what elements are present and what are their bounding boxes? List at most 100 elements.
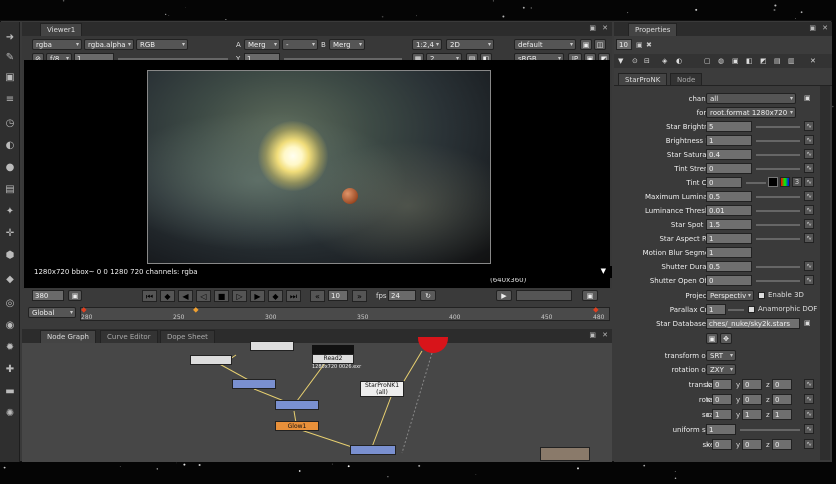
image-tool-icon[interactable]: ▣ [3,72,17,84]
channel-count-icon[interactable]: 3 [792,177,802,187]
float-node-icon[interactable]: ▥ [788,56,795,66]
color-swatch[interactable] [768,177,778,187]
viewer-canvas[interactable]: (640x360) 1280x720 bbox~ 0 0 1280 720 ch… [24,60,612,288]
brightness-bias-slider[interactable] [756,140,800,142]
shutter-duration-input[interactable]: 0.5 [706,261,752,272]
brush-tool-icon[interactable]: ✎ [3,52,17,64]
node-merge-c[interactable] [350,445,396,455]
alpha-channel-dropdown[interactable]: rgba.alpha [84,39,134,50]
translate-z-input[interactable]: 0 [772,379,792,390]
transform-order-dropdown[interactable]: SRT [706,350,736,361]
tint-strength-input[interactable]: 0 [706,163,752,174]
star-spot-size-slider[interactable] [756,224,800,226]
prev-keyframe-button[interactable]: ◆ [160,290,175,302]
play-backward-button[interactable]: ◁ [196,290,211,302]
luminance-threshold-slider[interactable] [756,210,800,212]
help-icon[interactable]: ◍ [718,56,724,66]
animation-curve-icon[interactable]: ∿ [804,149,814,159]
next-frame-button[interactable]: ▶ [250,290,265,302]
channel-set-dropdown[interactable]: rgba [32,39,82,50]
translate-x-input[interactable]: 0 [712,379,732,390]
time-tool-icon[interactable]: ◷ [3,118,17,130]
node-color-icon[interactable]: ▢ [704,56,711,66]
scale-x-input[interactable]: 1 [712,409,732,420]
display-channel-dropdown[interactable]: RGB [136,39,188,50]
maximum-luminance-slider[interactable] [756,196,800,198]
animation-curve-icon[interactable]: ∿ [804,394,814,404]
animation-curve-icon[interactable]: ∿ [804,379,814,389]
settings-icon[interactable]: ◫ [594,39,606,50]
fps-input[interactable]: 24 [388,290,416,301]
star-spot-size-input[interactable]: 1.5 [706,219,752,230]
step-forward-button[interactable]: » [352,290,367,302]
animation-curve-icon[interactable]: ∿ [804,409,814,419]
next-keyframe-button[interactable]: ◆ [268,290,283,302]
lock-range-icon[interactable]: ▣ [68,290,82,301]
float-panel-icon[interactable]: ▣ [589,23,596,33]
uniform-scale-input[interactable]: 1 [706,424,736,435]
input-a-dropdown[interactable]: Merg [244,39,280,50]
tint-color-input[interactable]: 0 [706,177,742,188]
parallax-crush-slider[interactable] [728,309,744,311]
draw-tool-icon[interactable]: ≡ [3,94,17,106]
tab-node[interactable]: Node [670,73,703,85]
flipbook-icon[interactable]: ▶ [496,290,512,301]
navigator-thumbnail[interactable] [540,447,590,461]
node-glow1[interactable]: Glow1 [275,421,319,431]
viewer-input-icon[interactable]: ⊙ [632,56,638,66]
info-expand-icon[interactable]: ▼ [601,266,606,276]
tab-curve-editor[interactable]: Curve Editor [100,330,158,343]
star-saturation-input[interactable]: 0.4 [706,149,752,160]
step-back-button[interactable]: « [310,290,325,302]
first-frame-button[interactable]: ⏮ [142,290,157,302]
channels-dropdown[interactable]: all [706,93,796,104]
reset-icon[interactable]: ▣ [706,333,718,344]
rotate-x-input[interactable]: 0 [712,394,732,405]
play-forward-button[interactable]: ▷ [232,290,247,302]
range-input[interactable] [516,290,572,301]
lock-panels-icon[interactable]: ▣ [636,40,643,50]
step-input[interactable]: 10 [328,290,348,301]
filter-tool-icon[interactable]: ▤ [3,184,17,196]
tab-node-graph[interactable]: Node Graph [40,330,96,343]
animation-curve-icon[interactable]: ∿ [804,439,814,449]
projection-dropdown[interactable]: Perspectiv [706,290,754,301]
collapse-icon[interactable]: ▼ [618,56,623,66]
keyer-tool-icon[interactable]: ✦ [3,206,17,218]
in-point-marker[interactable]: ⬥ [81,305,87,315]
3d-tool-icon[interactable]: ◆ [3,274,17,286]
animation-curve-icon[interactable]: ∿ [804,135,814,145]
scale-y-input[interactable]: 1 [742,409,762,420]
anamorphic-dof-checkbox[interactable] [748,306,755,313]
lock-icon[interactable]: ▣ [580,39,592,50]
playhead-marker[interactable]: ⬥ [193,305,199,315]
loop-mode-icon[interactable]: ↻ [420,290,436,301]
bookmark-icon[interactable]: ◧ [746,56,753,66]
wipe-dropdown[interactable]: default [514,39,576,50]
channel-checkbox-icon[interactable]: ▣ [804,93,811,103]
skew-x-input[interactable]: 0 [712,439,732,450]
float-panel-icon[interactable]: ▣ [809,23,816,33]
rotate-z-input[interactable]: 0 [772,394,792,405]
node-merge-b[interactable] [275,400,319,410]
node-merge-a[interactable] [232,379,276,389]
transform-handle-icon[interactable]: ✥ [720,333,732,344]
skew-z-input[interactable]: 0 [772,439,792,450]
shutter-open-offset-slider[interactable] [756,280,800,282]
current-frame-input[interactable]: 380 [32,290,64,301]
star-aspect-ratio-slider[interactable] [756,238,800,240]
rotate-y-input[interactable]: 0 [742,394,762,405]
plugin-tool-icon[interactable]: ✺ [3,408,17,420]
view-mode-dropdown[interactable]: 2D [446,39,494,50]
star-saturation-slider[interactable] [756,154,800,156]
star-brightness-input[interactable]: 5 [706,121,752,132]
timeline-settings-icon[interactable]: ▣ [582,290,598,301]
input-b-dropdown[interactable]: Merg [329,39,365,50]
tab-starpronk[interactable]: StarProNK [618,73,668,85]
format-dropdown[interactable]: root.format 1280x720 [706,107,796,118]
node-graph-canvas[interactable]: Glow1 Read2 1280x720 0026.exr StarProNK1… [22,337,612,462]
other-tool-icon[interactable]: ▬ [3,386,17,398]
parallax-crush-input[interactable]: 1 [706,304,726,315]
close-node-icon[interactable]: ✕ [810,56,816,66]
toolsets-tool-icon[interactable]: ✚ [3,364,17,376]
